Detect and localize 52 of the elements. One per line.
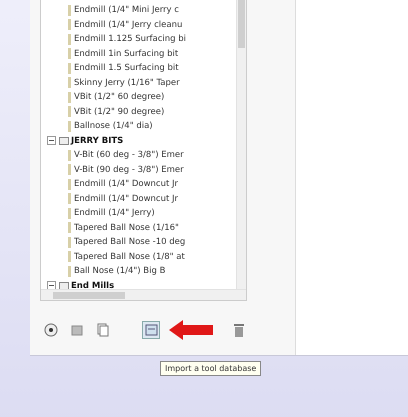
- tool-item[interactable]: Ballnose (1/4" dia): [72, 121, 153, 132]
- tool-item[interactable]: Ball Nose (1/4") Big B: [72, 266, 166, 276]
- tool-item[interactable]: V-Bit (60 deg - 3/8") Emer: [72, 150, 184, 160]
- tool-icon: [67, 178, 72, 190]
- pointer-arrow-drawing: [168, 319, 214, 341]
- tool-item[interactable]: Endmill (1/4" Mini Jerry c: [72, 5, 179, 16]
- import-database-button[interactable]: [142, 321, 160, 339]
- collapse-icon[interactable]: [47, 281, 56, 289]
- tool-icon: [67, 48, 72, 60]
- tool-icon: [67, 77, 72, 88]
- tool-icon: [67, 106, 72, 118]
- tool-icon: [67, 236, 72, 248]
- tool-icon: [67, 222, 72, 234]
- tool-icon: [67, 164, 72, 176]
- tool-icon: [67, 150, 72, 161]
- copy-icon: [97, 323, 109, 337]
- group-label[interactable]: JERRY BITS: [69, 136, 124, 146]
- square-icon: [71, 324, 83, 336]
- tool-item[interactable]: Skinny Jerry (1/16" Taper: [72, 78, 180, 88]
- tool-item[interactable]: Endmill (1/4" Jerry): [72, 208, 155, 218]
- tool-icon: [67, 266, 72, 277]
- tool-icon: [67, 34, 72, 45]
- tool-item[interactable]: Tapered Ball Nose (1/16": [72, 222, 179, 233]
- database-icon: [144, 324, 158, 336]
- folder-icon: [59, 136, 69, 146]
- tool-icon: [67, 208, 72, 219]
- tool-item[interactable]: Endmill (1/4" Jerry cleanu: [72, 20, 182, 30]
- group-label[interactable]: End Mills: [69, 280, 114, 289]
- tool-item[interactable]: Endmill 1.125 Surfacing bi: [72, 34, 186, 44]
- tool-item[interactable]: Endmill (1/4" Downcut Jr: [72, 194, 178, 204]
- tool-icon: [67, 251, 72, 262]
- tool-item[interactable]: Tapered Ball Nose (1/8" at: [72, 252, 185, 262]
- tool-icon: [67, 19, 72, 30]
- tool-item[interactable]: VBit (1/2" 90 degree): [72, 106, 164, 117]
- tool-item[interactable]: Endmill 1.5 Surfacing bit: [72, 63, 179, 74]
- tool-icon: [67, 4, 72, 16]
- tool-icon: [67, 120, 72, 132]
- horizontal-scrollbar[interactable]: [41, 289, 246, 300]
- tool-item[interactable]: VBit (1/2" 60 degree): [72, 92, 164, 102]
- vertical-scrollbar[interactable]: [236, 0, 246, 289]
- tool-item[interactable]: V-Bit (90 deg - 3/8") Emer: [72, 164, 184, 175]
- trash-icon: [234, 323, 244, 337]
- tool-item[interactable]: Endmill 1in Surfacing bit: [72, 48, 178, 59]
- tool-item[interactable]: Endmill (1/4" Downcut Jr: [72, 179, 178, 190]
- add-button[interactable]: [42, 321, 60, 339]
- add-icon: [44, 323, 58, 337]
- tool-icon: [67, 62, 72, 74]
- tooltip: Import a tool database: [160, 361, 262, 376]
- tool-icon: [67, 92, 72, 103]
- tool-icon: [67, 193, 72, 204]
- collapse-icon[interactable]: [47, 136, 56, 146]
- tool-item[interactable]: Tapered Ball Nose -10 deg: [72, 237, 186, 248]
